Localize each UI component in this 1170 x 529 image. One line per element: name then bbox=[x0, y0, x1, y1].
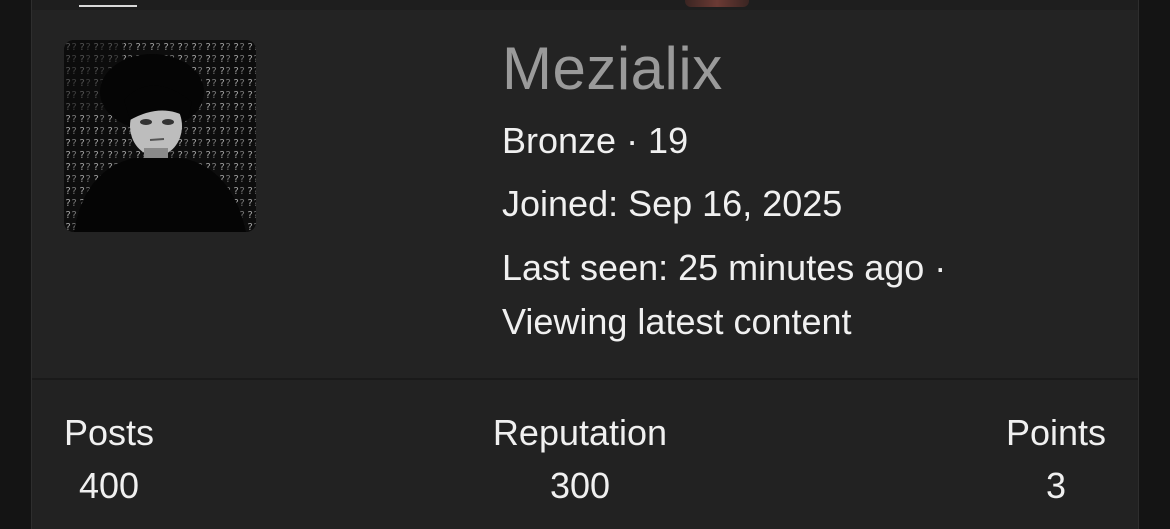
stat-reputation[interactable]: Reputation 300 bbox=[492, 412, 668, 507]
stat-value: 400 bbox=[78, 465, 140, 506]
stat-label: Reputation bbox=[492, 412, 668, 453]
joined-date: Joined: Sep 16, 2025 bbox=[502, 183, 843, 224]
avatar[interactable]: ? ? bbox=[64, 40, 256, 232]
stat-points[interactable]: Points 3 bbox=[1006, 412, 1106, 507]
stat-value: 3 bbox=[1045, 465, 1067, 506]
stat-posts[interactable]: Posts 400 bbox=[64, 412, 154, 507]
current-activity[interactable]: Viewing latest content bbox=[502, 301, 852, 343]
stat-label: Points bbox=[1006, 412, 1107, 453]
last-seen: Last seen: 25 minutes ago · bbox=[502, 247, 947, 288]
top-avatar-thumbnail[interactable] bbox=[685, 0, 749, 7]
active-tab-indicator[interactable] bbox=[79, 5, 137, 7]
profile-card: ? ? Mezialix Bronze · 19 Joined: Sep 16,… bbox=[31, 0, 1139, 529]
rank-level: Bronze · 19 bbox=[502, 120, 689, 161]
username[interactable]: Mezialix bbox=[502, 34, 723, 104]
top-nav-strip bbox=[32, 0, 1138, 10]
stat-value: 300 bbox=[549, 465, 611, 506]
stats-bar: Posts 400 Reputation 300 Points 3 bbox=[32, 380, 1138, 529]
avatar-icon: ? ? bbox=[64, 40, 256, 232]
stat-label: Posts bbox=[64, 412, 155, 453]
